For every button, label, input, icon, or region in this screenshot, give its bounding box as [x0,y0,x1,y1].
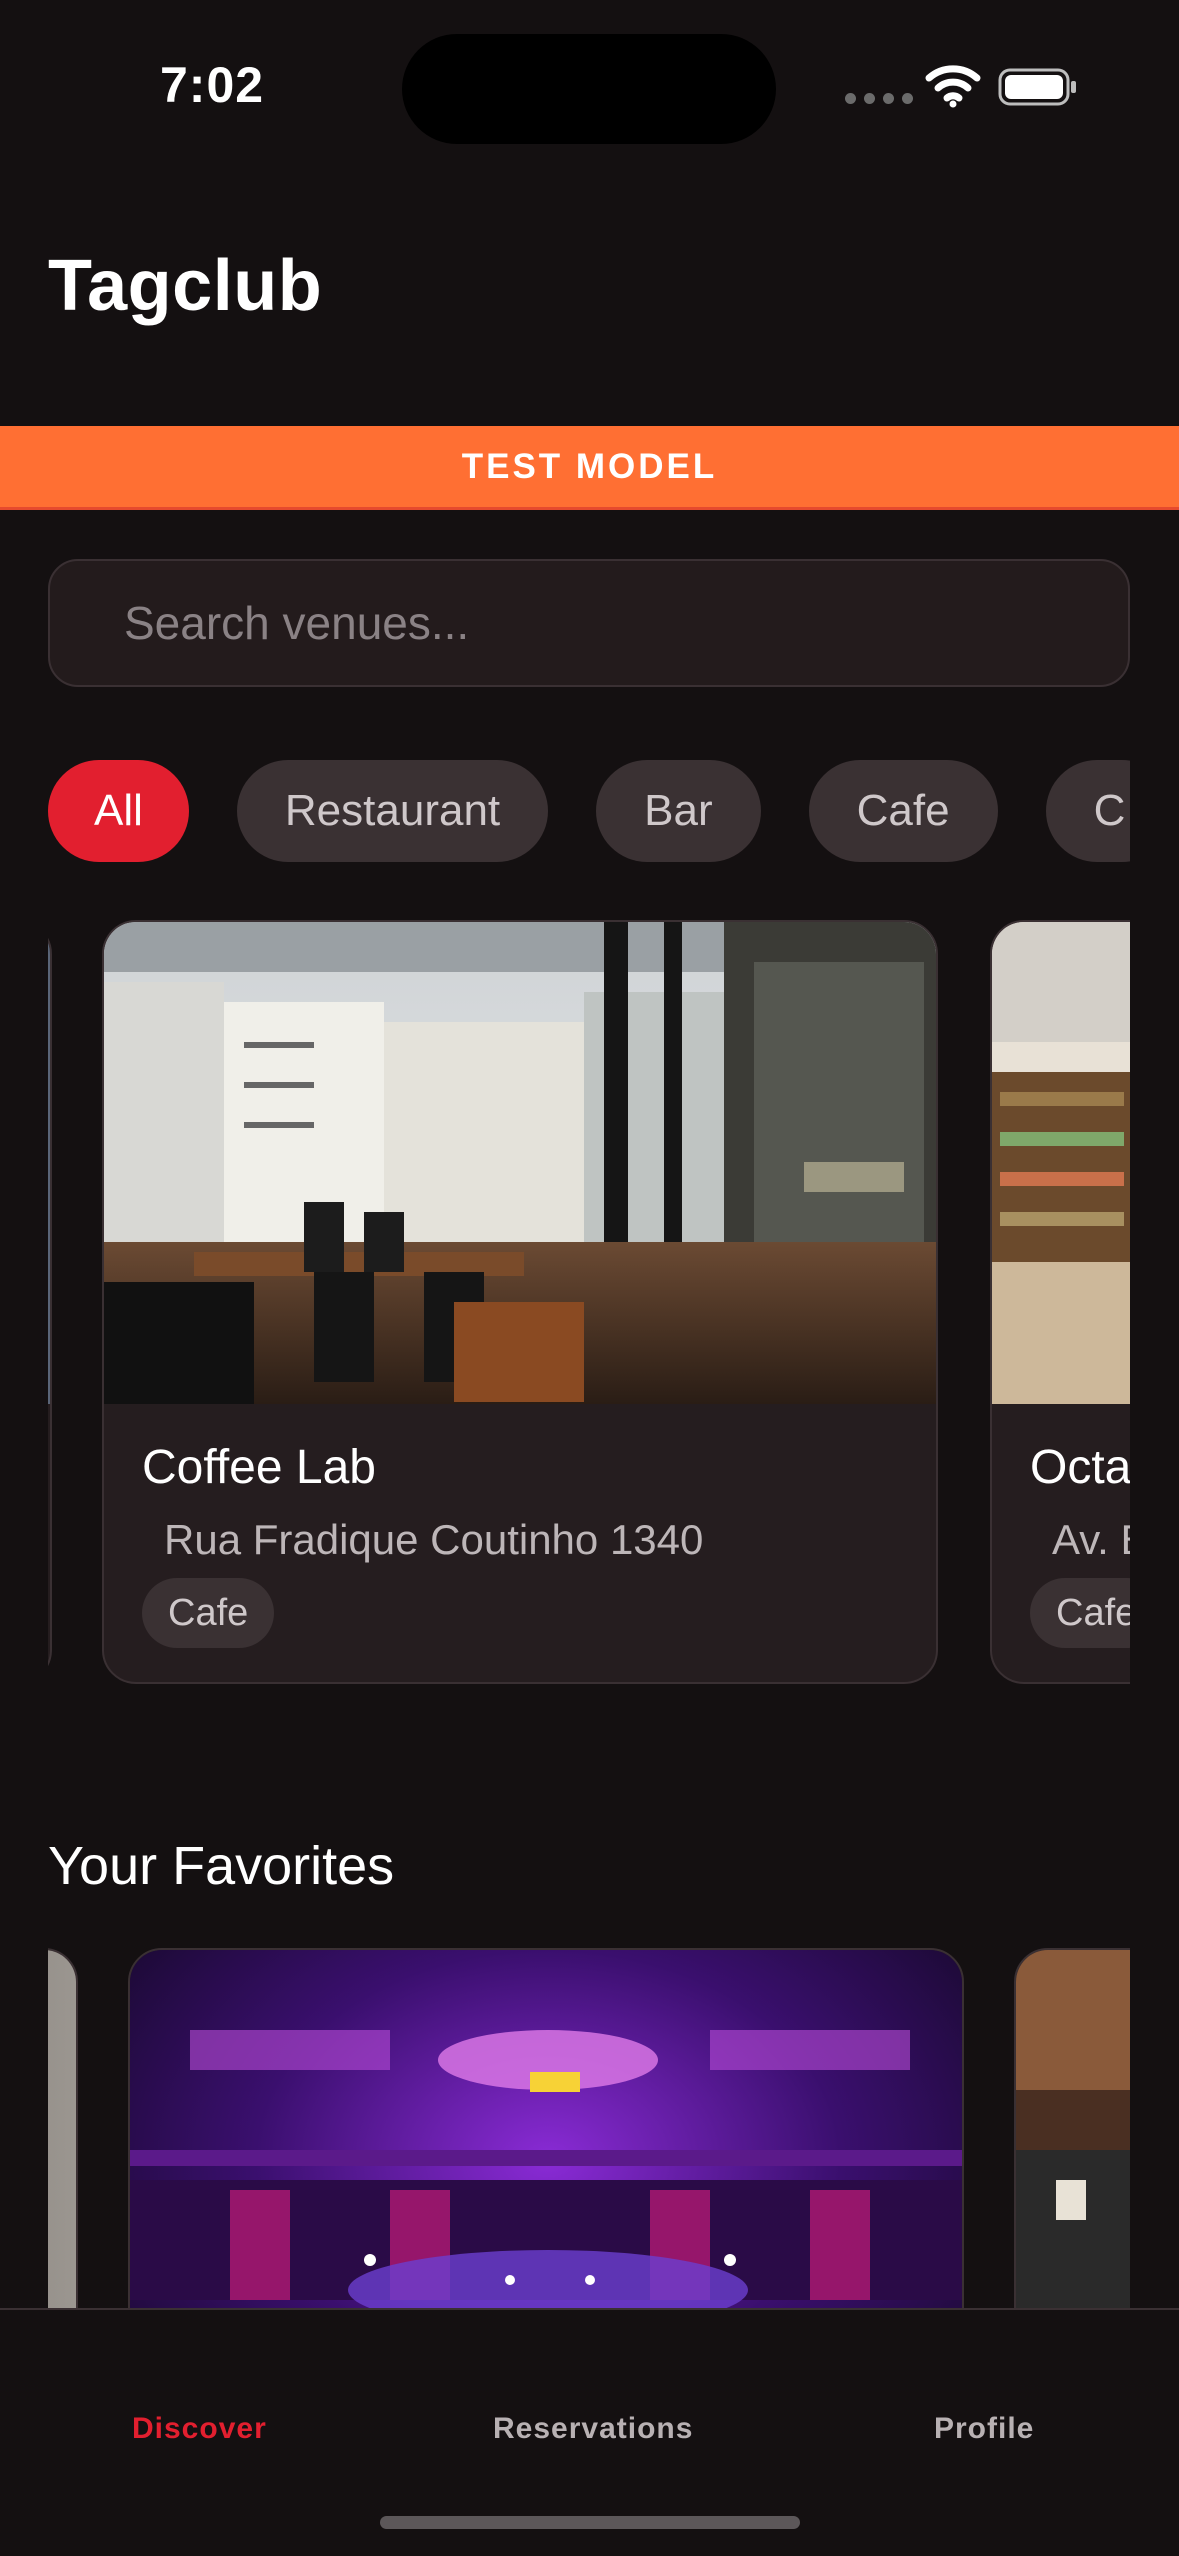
favorite-photo [48,1950,76,2308]
favorite-photo [130,1950,962,2308]
tab-reservations[interactable]: Reservations [493,2412,693,2446]
venue-photo [104,922,936,1404]
home-indicator [380,2516,800,2529]
search-bar[interactable] [48,559,1130,687]
cellular-signal-icon [845,93,913,104]
chip-cafe[interactable]: Cafe [808,760,998,862]
favorite-photo [1016,1950,1130,2308]
venue-carousel[interactable]: Coffee Lab Rua Fradique Coutinho 1340 Ca… [48,920,1130,1690]
venue-address: Rua Fradique Coutinho 1340 [164,1516,704,1563]
venue-photo [992,922,1130,1404]
search-input[interactable] [122,595,1128,651]
venue-card[interactable]: Coffee Lab Rua Fradique Coutinho 1340 Ca… [102,920,938,1684]
tab-discover[interactable]: Discover [132,2412,267,2446]
venue-name: Coffee Lab [142,1441,376,1494]
favorite-card[interactable] [128,1948,964,2308]
venue-name: Octa [1030,1441,1130,1494]
chip-all[interactable]: All [48,760,189,862]
chip-partial[interactable]: C [1045,760,1130,862]
favorite-card[interactable] [1014,1948,1130,2308]
venue-address: Av. E [1052,1516,1130,1563]
venue-card[interactable]: Octa Av. E Cafe [990,920,1130,1684]
test-mode-banner: TEST MODEL [0,426,1179,510]
tab-profile[interactable]: Profile [934,2412,1034,2446]
dynamic-island [402,34,776,144]
venue-category-badge: Cafe [1030,1578,1130,1648]
app-title: Tagclub [48,246,323,326]
chip-bar[interactable]: Bar [596,760,761,862]
venue-category-badge: Cafe [142,1578,275,1648]
status-time: 7:02 [160,57,265,113]
battery-icon [998,68,1076,106]
category-filter[interactable]: All Restaurant Bar Cafe C [48,760,1130,862]
favorite-card-previous[interactable] [48,1948,78,2308]
wifi-icon [925,65,981,108]
venue-card-previous[interactable] [48,920,52,1684]
favorites-heading: Your Favorites [48,1836,395,1896]
favorites-carousel[interactable] [48,1948,1130,2308]
venue-photo [48,922,50,1404]
chip-restaurant[interactable]: Restaurant [236,760,549,862]
